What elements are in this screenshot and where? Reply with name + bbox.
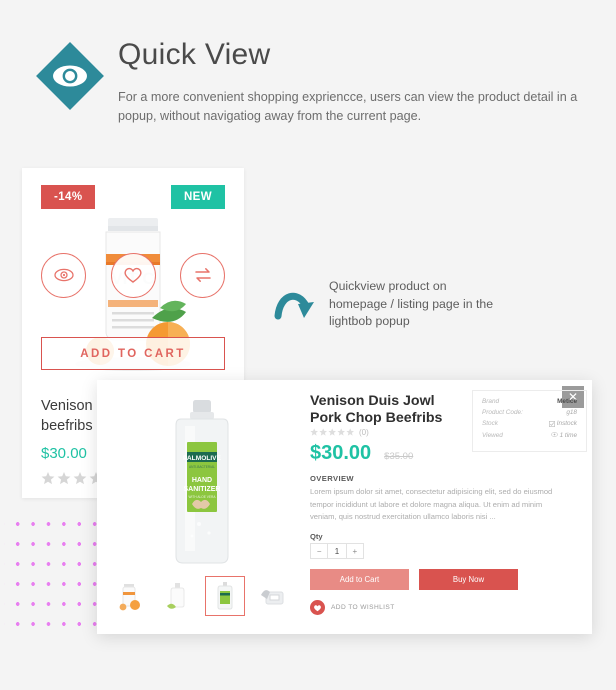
svg-text:WITH ALOE VERA: WITH ALOE VERA [189, 495, 217, 499]
page-header: Quick View For a more convenient shoppin… [36, 38, 596, 138]
page-title: Quick View [118, 38, 271, 71]
popup-rating-count: (0) [359, 428, 369, 437]
info-row-product-code: Product Code: g18 [482, 409, 577, 416]
page-description: For a more convenient shopping expriencc… [118, 90, 578, 123]
wishlist-button[interactable] [110, 252, 156, 298]
quantity-value[interactable]: 1 [327, 544, 347, 558]
info-value-text: Instock [556, 420, 577, 428]
quick-view-button[interactable] [41, 252, 86, 298]
overview-label: OVERVIEW [310, 474, 354, 483]
thumbnail-item[interactable] [205, 576, 245, 616]
popup-details: Venison Duis Jowl Pork Chop Beefribs (0)… [305, 380, 592, 634]
svg-text:SANITIZER: SANITIZER [184, 486, 221, 493]
curved-arrow-icon [274, 292, 314, 320]
info-value: 1 time [550, 431, 577, 439]
popup-main-image: PALMOLIVE ANTI-BACTERIAL HAND SANITIZER … [175, 400, 229, 564]
add-to-cart-button[interactable]: ADD TO CART [41, 337, 225, 370]
popup-price-old: $35.00 [384, 451, 414, 462]
thumbnail-item[interactable] [157, 576, 197, 616]
info-row-brand: Brand Metice [482, 398, 577, 405]
info-label: Brand [482, 398, 500, 405]
thumbnail-item[interactable] [109, 576, 149, 616]
popup-action-buttons: Add to Cart Buy Now [310, 569, 518, 590]
svg-text:PALMOLIVE: PALMOLIVE [183, 455, 222, 462]
quantity-stepper[interactable]: − 1 + [310, 543, 364, 559]
eye-icon [550, 432, 558, 438]
info-row-stock: Stock Instock [482, 420, 577, 427]
heart-icon [124, 267, 142, 283]
svg-text:ANTI-BACTERIAL: ANTI-BACTERIAL [189, 465, 215, 469]
decorative-dot-pattern [4, 508, 100, 626]
quantity-label: Qty [310, 532, 323, 541]
compare-arrows-icon [194, 268, 211, 282]
info-value-text: 1 time [559, 431, 577, 439]
thumbnail-list [109, 576, 294, 620]
svg-text:HAND: HAND [192, 477, 212, 484]
annotation-text: Quickview product on homepage / listing … [329, 279, 494, 328]
popup-add-to-wishlist-button[interactable]: ADD TO WISHLIST [310, 600, 395, 615]
star-rating-icon [310, 428, 354, 436]
compare-button[interactable] [180, 252, 225, 298]
info-label: Stock [482, 420, 498, 428]
popup-info-table: Brand Metice Product Code: g18 Stock Ins… [472, 390, 587, 452]
quantity-decrease-button[interactable]: − [311, 544, 327, 558]
heart-icon [310, 600, 325, 615]
popup-gallery: PALMOLIVE ANTI-BACTERIAL HAND SANITIZER … [97, 380, 302, 634]
thumbnail-item[interactable] [253, 576, 293, 616]
popup-price-current: $30.00 [310, 442, 372, 464]
product-price: $30.00 [41, 445, 87, 462]
popup-buy-now-button[interactable]: Buy Now [419, 569, 518, 590]
info-value: g18 [566, 409, 577, 417]
popup-product-title: Venison Duis Jowl Pork Chop Beefribs [310, 393, 443, 426]
popup-add-to-cart-button[interactable]: Add to Cart [310, 569, 409, 590]
annotation-callout: Quickview product on homepage / listing … [272, 278, 493, 336]
info-value: Metice [557, 398, 577, 405]
popup-price-block: $30.00 $35.00 [310, 442, 413, 465]
quantity-increase-button[interactable]: + [347, 544, 363, 558]
info-label: Viewed [482, 431, 503, 439]
quick-view-popup: ✕ PALMOLIVE ANTI-BACTERIAL HAND SANITIZE… [97, 380, 592, 634]
check-square-icon [549, 420, 555, 427]
product-action-buttons [41, 250, 225, 300]
info-value: Instock [549, 420, 577, 427]
wishlist-label: ADD TO WISHLIST [331, 604, 395, 611]
eye-icon [53, 268, 74, 282]
info-label: Product Code: [482, 409, 523, 417]
info-row-viewed: Viewed 1 time [482, 432, 577, 439]
overview-text: Lorem ipsum dolor sit amet, consectetur … [310, 487, 553, 521]
page-root: Quick View For a more convenient shoppin… [0, 0, 616, 690]
eye-icon [36, 42, 104, 110]
popup-rating: (0) [310, 428, 369, 437]
